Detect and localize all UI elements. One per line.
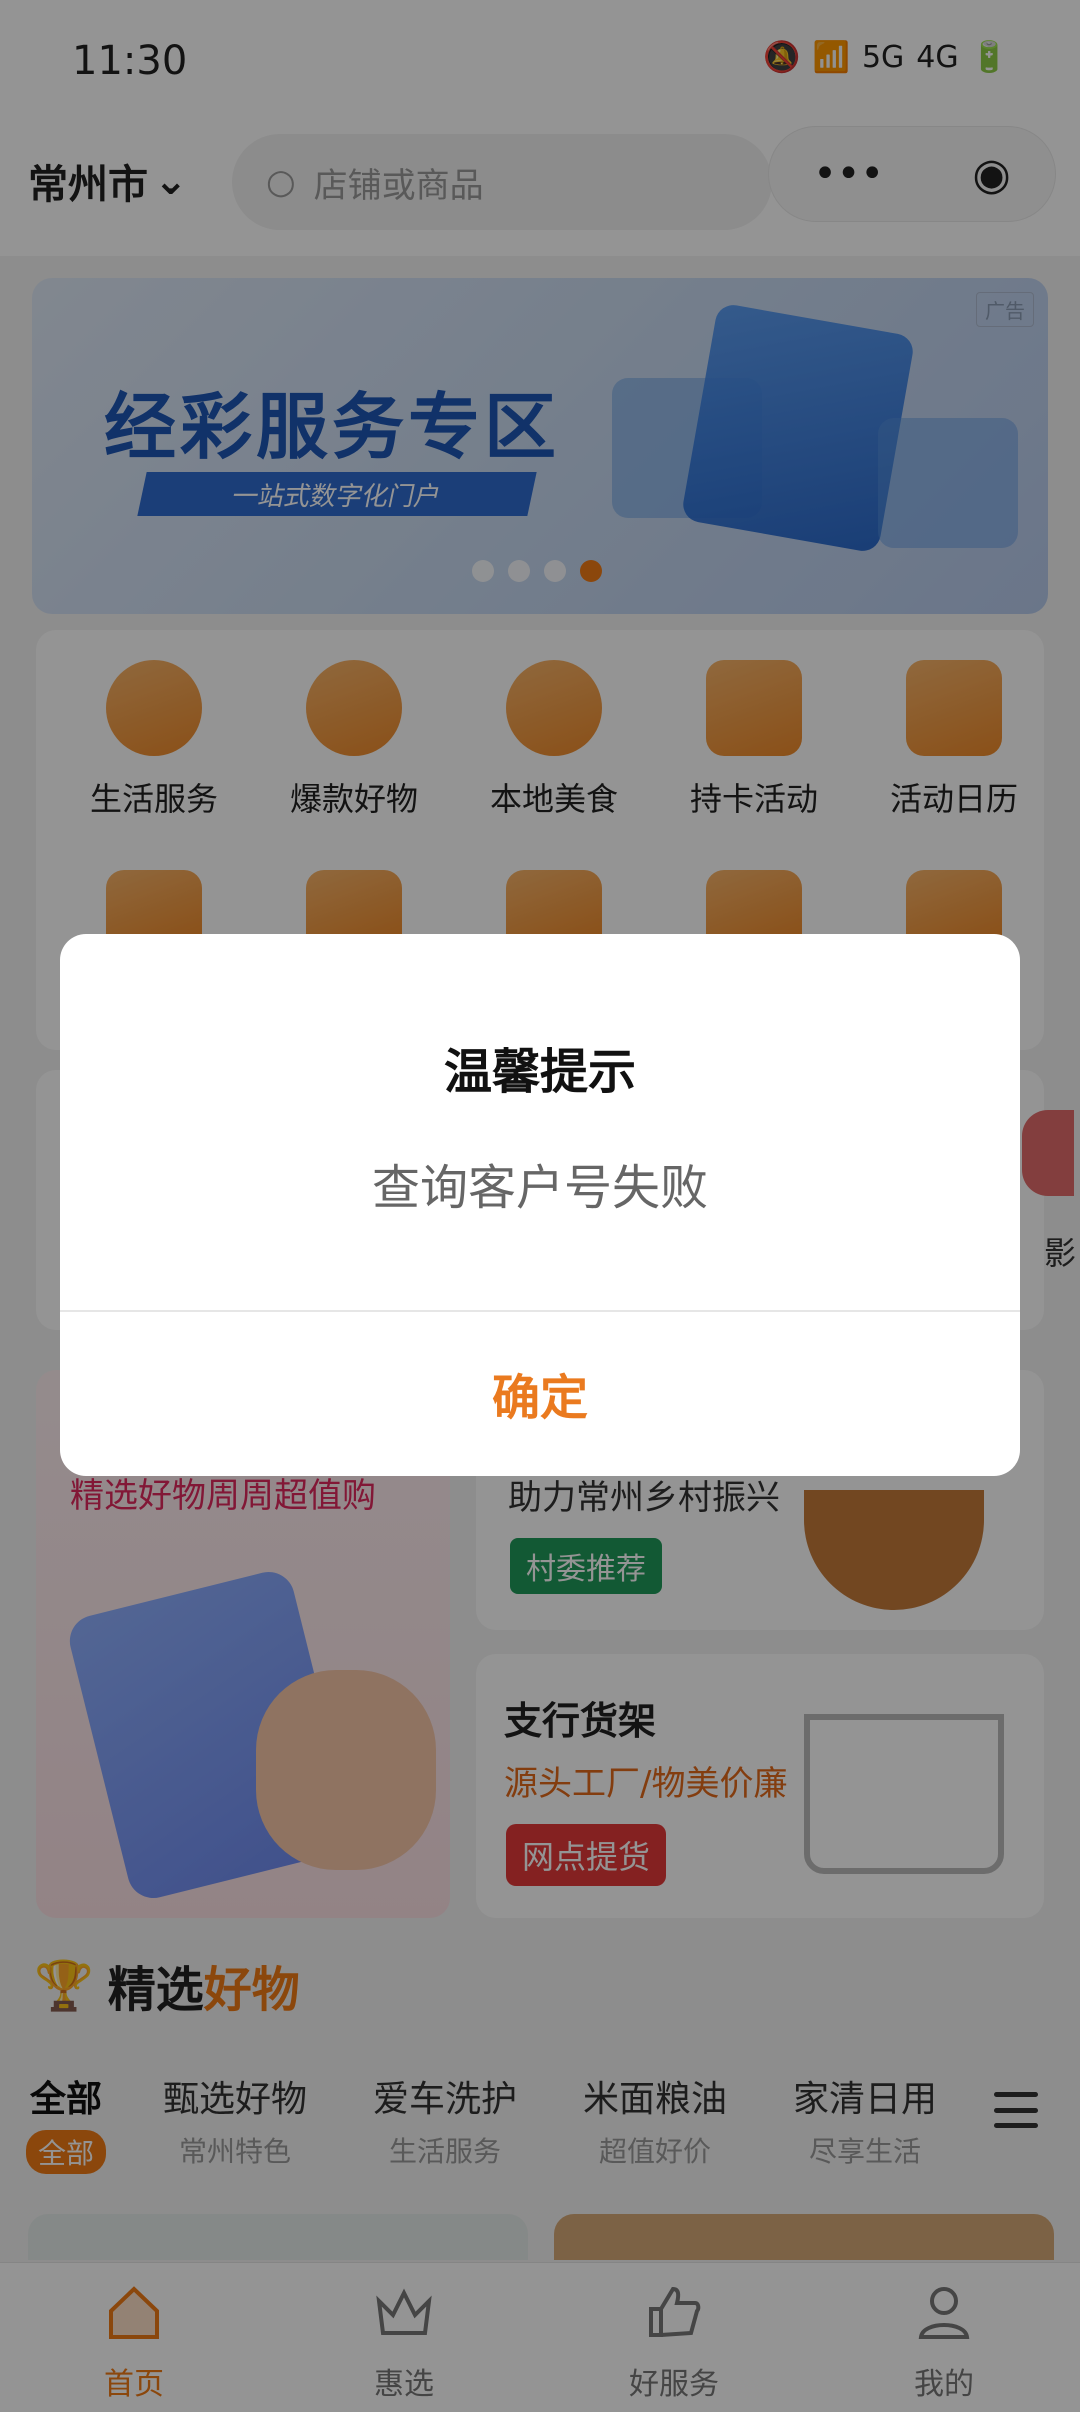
confirm-button[interactable]: 确定 [60,1310,1020,1476]
dialog-message: 查询客户号失败 [371,1160,708,1216]
alert-dialog: 温馨提示 查询客户号失败 确定 [60,934,1020,1476]
dialog-title: 温馨提示 [443,1044,636,1100]
